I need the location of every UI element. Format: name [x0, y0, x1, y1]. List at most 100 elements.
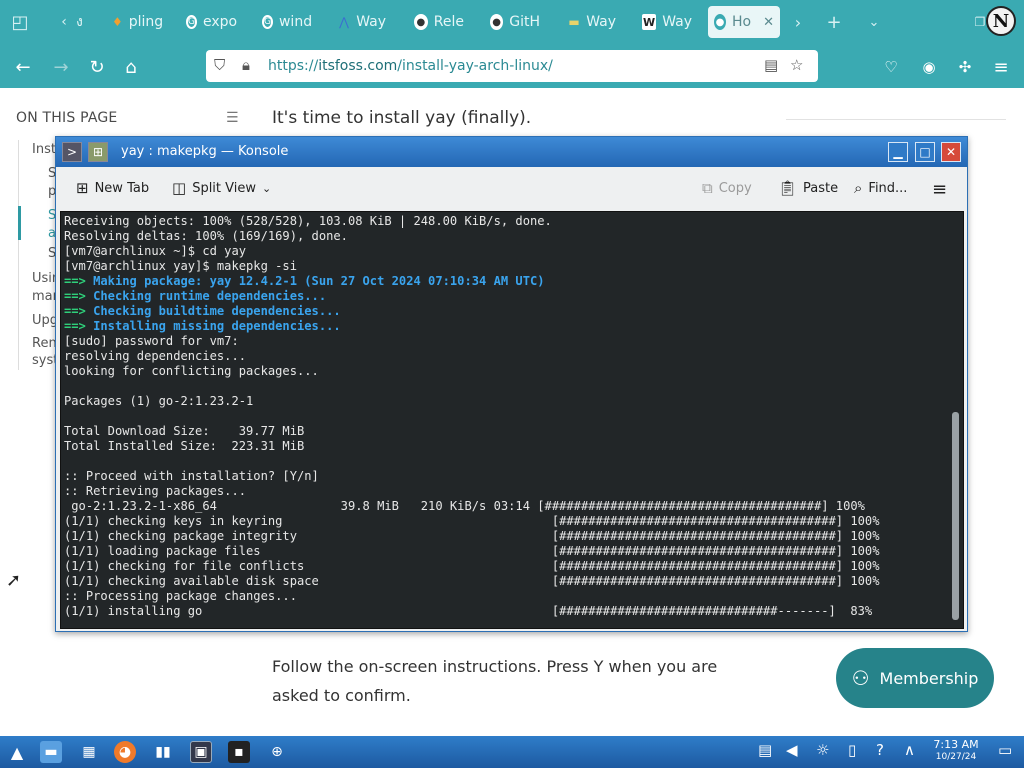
back-arrow-icon[interactable]: ←	[10, 54, 36, 80]
chevron-down-icon: ⌄	[262, 181, 272, 195]
tab-wayland-2[interactable]: ▬ Way	[562, 6, 622, 38]
tab-google-expo[interactable]: G expo	[180, 6, 242, 38]
google-icon: G	[262, 15, 273, 29]
bookmark-star-icon[interactable]: ☆	[790, 56, 803, 74]
konsole-taskbar-icon[interactable]: ▣	[190, 741, 212, 763]
new-tab-button[interactable]: +	[822, 10, 846, 34]
terminal-line-text: (1/1) checking package integrity [######…	[64, 529, 880, 543]
terminal-line: ==> Checking buildtime dependencies...	[64, 304, 879, 319]
terminal-taskbar-icon[interactable]: ▪	[228, 741, 250, 763]
tab-github-release[interactable]: ● Rele	[408, 6, 470, 38]
tab-google-wind[interactable]: G wind	[256, 6, 316, 38]
tab-github[interactable]: ● GitH	[484, 6, 546, 38]
home-icon[interactable]: ⌂	[118, 54, 144, 80]
brightness-icon[interactable]: ☼	[816, 741, 829, 759]
forward-arrow-icon[interactable]: →	[48, 54, 74, 80]
prompt-arrow: ==>	[64, 274, 94, 288]
url-text[interactable]: https://itsfoss.com/install-yay-arch-lin…	[268, 58, 553, 74]
terminal-line-text: Receiving objects: 100% (528/528), 103.0…	[64, 214, 552, 228]
hamburger-menu-icon[interactable]: ≡	[932, 179, 947, 200]
terminal-line: :: Proceed with installation? [Y/n]	[64, 469, 879, 484]
terminal-line: resolving dependencies...	[64, 349, 879, 364]
terminal-line-text: [vm7@archlinux ~]$ cd yay	[64, 244, 247, 258]
paste-button[interactable]: 📋︎ Paste	[778, 179, 838, 197]
window-title: yay : makepkg — Konsole	[121, 144, 289, 159]
wayland-icon: ▬	[568, 15, 580, 29]
membership-button[interactable]: ⚇ Membership	[836, 648, 994, 708]
terminal-line-text: [sudo] password for vm7:	[64, 334, 239, 348]
new-tab-button[interactable]: ⊞ New Tab	[76, 179, 149, 197]
list-tabs-icon[interactable]: ⌄	[862, 10, 886, 34]
maximize-button[interactable]: □	[915, 142, 935, 162]
prompt-arrow: ==>	[64, 289, 94, 303]
show-desktop-icon[interactable]: ▭	[998, 741, 1012, 759]
itsfoss-icon: ●	[714, 14, 726, 30]
github-icon: ●	[414, 14, 428, 30]
arch-launcher-icon[interactable]: ▲	[6, 741, 28, 763]
terminal-line: (1/1) checking for file conflicts [#####…	[64, 559, 879, 574]
find-button[interactable]: ⌕ Find...	[854, 179, 907, 197]
window-menu-icon[interactable]: ⊞	[88, 142, 108, 162]
list-icon[interactable]: ☰	[226, 110, 239, 126]
toc-item[interactable]: Inst	[32, 142, 56, 157]
split-view-button[interactable]: ◫ Split View ⌄	[172, 179, 271, 197]
konsole-app-icon[interactable]: >	[62, 142, 82, 162]
tab-overview-icon[interactable]: ◰	[8, 10, 32, 34]
tab-1[interactable]: ง	[70, 6, 104, 38]
account-icon[interactable]: ◉	[916, 54, 942, 80]
tab-close-icon[interactable]: ✕	[763, 15, 774, 30]
terminal-view[interactable]: Receiving objects: 100% (528/528), 103.0…	[60, 211, 964, 629]
terminal-line: (1/1) checking package integrity [######…	[64, 529, 879, 544]
pause-app-icon[interactable]: ▮▮	[152, 741, 174, 763]
copy-label: Copy	[718, 180, 752, 196]
help-icon[interactable]: ?	[876, 741, 884, 759]
terminal-scrollbar[interactable]	[952, 412, 959, 620]
close-button[interactable]: ✕	[941, 142, 961, 162]
desktop-icon[interactable]: ▬	[40, 741, 62, 763]
tray-expand-icon[interactable]: ∧	[904, 741, 915, 759]
terminal-line-text: (1/1) installing go [###################…	[64, 604, 873, 618]
reload-icon[interactable]: ↻	[84, 54, 110, 80]
lock-icon[interactable]: 🔒︎	[242, 56, 250, 74]
shield-icon[interactable]: ⛉	[214, 56, 225, 74]
file-manager-icon[interactable]: ▦	[78, 741, 100, 763]
google-icon: G	[186, 15, 197, 29]
toc-item[interactable]: Ren	[32, 336, 57, 351]
toc-divider	[18, 140, 19, 370]
battery-icon[interactable]: ▯	[848, 741, 856, 759]
url-path: /install-yay-arch-linux/	[397, 58, 553, 74]
terminal-line-text: :: Processing package changes...	[64, 589, 297, 603]
app-icon[interactable]: ⊕	[266, 741, 288, 763]
profile-avatar[interactable]: N	[986, 6, 1016, 36]
article-paragraph: It's time to install yay (finally).	[272, 108, 532, 128]
konsole-titlebar[interactable]: > ⊞ yay : makepkg — Konsole ▁ □ ✕	[56, 137, 967, 167]
menu-icon[interactable]: ≡	[988, 54, 1014, 80]
reader-view-icon[interactable]: ▤	[764, 56, 778, 74]
terminal-line: ==> Making package: yay 12.4.2-1 (Sun 27…	[64, 274, 879, 289]
clock[interactable]: 7:13 AM 10/27/24	[928, 739, 984, 763]
pocket-icon[interactable]: ♡	[878, 54, 904, 80]
terminal-line-text: Making package: yay 12.4.2-1 (Sun 27 Oct…	[93, 274, 545, 288]
split-view-icon: ◫	[172, 179, 187, 197]
divider	[786, 119, 1006, 120]
firefox-icon[interactable]: ◕	[114, 741, 136, 763]
volume-muted-icon[interactable]: ◀	[786, 741, 798, 759]
terminal-line: ==> Checking runtime dependencies...	[64, 289, 879, 304]
clipboard-icon[interactable]: ▤	[758, 741, 772, 759]
url-scheme: https://	[268, 58, 319, 74]
tab-label: wind	[278, 14, 313, 30]
tab-itsfoss-active[interactable]: ● Ho ✕	[708, 6, 780, 38]
tab-label: Ho	[732, 14, 752, 30]
tab-wikipedia[interactable]: W Way	[636, 6, 698, 38]
tab-wayland-1[interactable]: ⋀ Way	[332, 6, 392, 38]
scroll-tabs-right-icon[interactable]: ›	[786, 10, 810, 34]
minimize-button[interactable]: ▁	[888, 142, 908, 162]
extensions-icon[interactable]: ✣	[952, 54, 978, 80]
tab-pling[interactable]: ♦ pling	[106, 6, 166, 38]
user-icon: ⚇	[851, 666, 870, 690]
url-bar[interactable]: ⛉ 🔒︎ https://itsfoss.com/install-yay-arc…	[206, 50, 818, 82]
copy-button[interactable]: ⧉ Copy	[702, 179, 752, 197]
paste-icon: 📋︎	[778, 179, 798, 197]
